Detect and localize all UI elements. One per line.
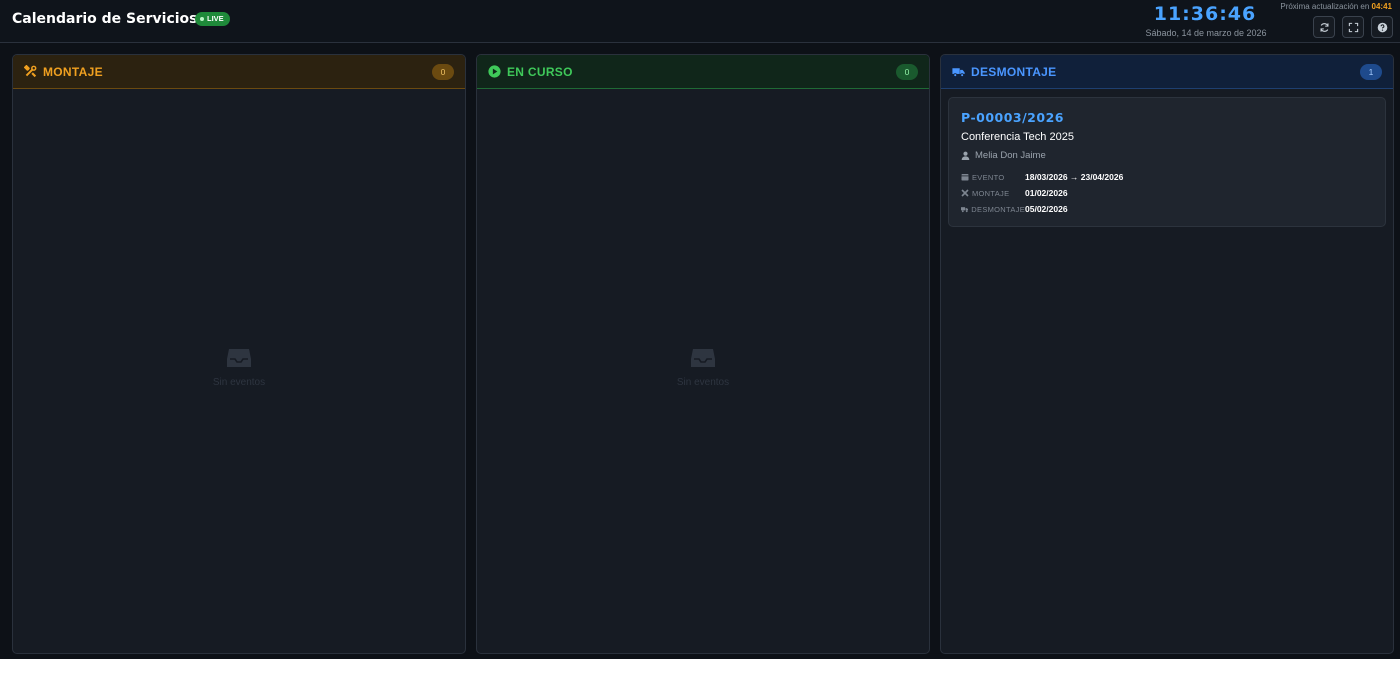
event-dates: EVENTO 18/03/2026 → 23/04/2026 MONTAJE 0… xyxy=(961,169,1373,217)
column-header-desmontaje: DESMONTAJE 1 xyxy=(941,55,1393,89)
fullscreen-button[interactable] xyxy=(1342,16,1364,38)
date-row-evento: EVENTO 18/03/2026 → 23/04/2026 xyxy=(961,169,1373,185)
help-icon xyxy=(1377,22,1387,32)
live-label: LIVE xyxy=(207,14,224,23)
empty-text: Sin eventos xyxy=(212,377,266,388)
inbox-icon xyxy=(691,349,715,367)
empty-state: Sin eventos xyxy=(477,347,929,388)
event-card[interactable]: P-00003/2026 Conferencia Tech 2025 Melia… xyxy=(948,97,1386,227)
date-row-montaje: MONTAJE 01/02/2026 xyxy=(961,185,1373,201)
tools-icon xyxy=(24,65,37,78)
app: Calendario de Servicios LIVE 11:36:46 Sá… xyxy=(0,0,1400,659)
date-value: 05/02/2026 xyxy=(1025,204,1068,214)
calendar-icon xyxy=(961,174,969,181)
live-badge: LIVE xyxy=(195,12,230,26)
next-update-text: Próxima actualización en 04:41 xyxy=(1280,2,1392,11)
empty-text: Sin eventos xyxy=(676,377,730,388)
user-icon xyxy=(961,151,970,160)
truck-icon xyxy=(952,65,965,78)
column-en-curso: EN CURSO 0 Sin eventos xyxy=(476,54,930,654)
next-update-countdown: 04:41 xyxy=(1371,2,1392,11)
truck-icon xyxy=(961,207,969,213)
clock: 11:36:46 xyxy=(1153,3,1257,25)
column-montaje: MONTAJE 0 Sin eventos xyxy=(12,54,466,654)
column-count-badge: 1 xyxy=(1360,63,1382,80)
next-update-label: Próxima actualización en xyxy=(1280,2,1370,11)
date-label: DESMONTAJE xyxy=(961,205,1025,214)
inbox-icon xyxy=(227,349,251,367)
column-count-badge: 0 xyxy=(896,63,918,80)
event-venue: Melia Don Jaime xyxy=(961,150,1373,161)
column-title: MONTAJE xyxy=(43,64,103,79)
play-icon xyxy=(488,65,501,78)
empty-state: Sin eventos xyxy=(13,347,465,388)
date-label: MONTAJE xyxy=(961,189,1025,198)
date-value: 18/03/2026 → 23/04/2026 xyxy=(1025,172,1124,182)
header: Calendario de Servicios LIVE 11:36:46 Sá… xyxy=(0,0,1400,43)
current-date: Sábado, 14 de marzo de 2026 xyxy=(1145,28,1267,38)
fullscreen-icon xyxy=(1348,22,1358,32)
venue-name: Melia Don Jaime xyxy=(975,150,1046,161)
event-code: P-00003/2026 xyxy=(961,110,1064,125)
column-count-badge: 0 xyxy=(432,63,454,80)
column-desmontaje: DESMONTAJE 1 P-00003/2026 Conferencia Te… xyxy=(940,54,1394,654)
date-row-desmontaje: DESMONTAJE 05/02/2026 xyxy=(961,201,1373,217)
date-value: 01/02/2026 xyxy=(1025,188,1068,198)
event-name: Conferencia Tech 2025 xyxy=(961,131,1074,143)
help-button[interactable] xyxy=(1371,16,1393,38)
tools-icon xyxy=(961,189,969,197)
refresh-icon xyxy=(1320,22,1328,32)
column-title: EN CURSO xyxy=(507,64,573,79)
page-title: Calendario de Servicios xyxy=(12,11,198,27)
column-title: DESMONTAJE xyxy=(971,64,1057,79)
column-header-en-curso: EN CURSO 0 xyxy=(477,55,929,89)
column-header-montaje: MONTAJE 0 xyxy=(13,55,465,89)
live-dot-icon xyxy=(200,17,204,21)
date-label: EVENTO xyxy=(961,173,1025,182)
refresh-button[interactable] xyxy=(1313,16,1335,38)
